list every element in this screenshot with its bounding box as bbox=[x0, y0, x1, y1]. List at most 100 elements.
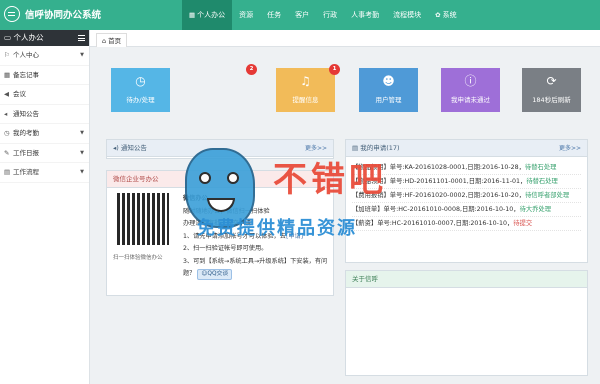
top-bar: 信呼协同办公系统 ▦ 个人办公 资源 任务 客户 行政 人事考勤 流程模块 ✿ 系统 bbox=[0, 0, 600, 30]
application-status: 待提交 bbox=[513, 220, 533, 227]
wechat-heading: 微信办公 bbox=[183, 195, 208, 202]
user-icon: ☻ bbox=[382, 74, 395, 88]
tile-label: 提醒信息 bbox=[292, 96, 319, 104]
topnav-hr-attendance[interactable]: 人事考勤 bbox=[344, 0, 386, 30]
megaphone-icon: ◀ bbox=[4, 90, 9, 98]
my-applications-header: ▤ 我的申请(17) 更多>> bbox=[346, 140, 587, 157]
about-panel-header: 关于信呼 bbox=[346, 271, 587, 288]
sidebar-item-attendance[interactable]: ◷ 我的考勤 ▼ bbox=[0, 124, 89, 144]
wechat-line: 3、可到【系统→系统工具→升级系统】下安装，有问题？ ☺QQ交谈 bbox=[183, 256, 331, 281]
my-applications-list: 【物品领用】单号:KA-20161028-0001,日期:2016-10-28，… bbox=[346, 157, 587, 235]
sidebar-item-meeting[interactable]: ◀ 会议 bbox=[0, 85, 89, 105]
qr-caption: 扫一扫体验微信办公 bbox=[113, 255, 163, 261]
tile-label: 我申请未通过 bbox=[451, 96, 490, 104]
caret-down-icon: ▼ bbox=[80, 169, 84, 175]
my-applications-more-link[interactable]: 更多>> bbox=[559, 140, 581, 157]
application-text: 【物品领用】单号:HD-20161101-0001,日期:2016-11-01， bbox=[352, 178, 527, 185]
bell-icon: ♫ bbox=[300, 74, 311, 88]
sidebar-item-label: 工作日报 bbox=[13, 148, 39, 157]
application-text: 【加班单】单号:HC-20161010-0008,日期:2016-10-10， bbox=[352, 206, 520, 213]
caret-down-icon: ▼ bbox=[80, 52, 84, 58]
clock-icon: ◷ bbox=[4, 129, 10, 137]
sidebar-item-personal-center[interactable]: ⚐ 个人中心 ▼ bbox=[0, 46, 89, 66]
about-panel: 关于信呼 bbox=[345, 270, 588, 376]
app-logo[interactable]: 信呼协同办公系统 bbox=[4, 6, 101, 22]
sidebar-item-memo[interactable]: ▦ 备忘记事 bbox=[0, 66, 89, 85]
wechat-line: 办理流程审批，提交申请 bbox=[183, 220, 252, 227]
menu-toggle-icon[interactable] bbox=[78, 35, 85, 41]
wechat-description: 微信办公 随时随地办公，微信扫一扫体验 办理流程审批，提交申请 1、请先申请添加… bbox=[183, 193, 331, 281]
tile-user-management[interactable]: ☻ 用户管理 bbox=[359, 68, 418, 112]
topnav-system[interactable]: ✿ 系统 bbox=[428, 0, 463, 30]
application-status: 待替石处理 bbox=[526, 178, 558, 185]
topnav-label: 人事考勤 bbox=[351, 11, 380, 19]
topnav-customers[interactable]: 客户 bbox=[288, 0, 316, 30]
application-status: 待替石处理 bbox=[524, 164, 557, 171]
app-title: 信呼协同办公系统 bbox=[25, 10, 102, 21]
apply-link[interactable]: [申请] bbox=[286, 233, 303, 240]
tab-bar: ⌂ 首页 bbox=[90, 30, 600, 47]
notice-more-link[interactable]: 更多>> bbox=[305, 140, 327, 157]
list-item[interactable]: 【物品领用】单号:HD-20161101-0001,日期:2016-11-01，… bbox=[352, 175, 581, 189]
wechat-line: 随时随地办公，微信扫一扫体验 bbox=[183, 207, 270, 215]
about-title: 关于信呼 bbox=[352, 275, 378, 283]
topnav-label: 任务 bbox=[267, 11, 282, 19]
topnav-label: 资源 bbox=[239, 11, 254, 19]
topnav-admin[interactable]: 行政 bbox=[316, 0, 344, 30]
tile-rejected-applications[interactable]: ⓘ 我申请未通过 bbox=[441, 68, 500, 112]
sidebar-item-label: 会议 bbox=[13, 90, 26, 98]
sidebar-item-notice[interactable]: ◂ 通知公告 bbox=[0, 105, 89, 124]
flag-icon: ⚐ bbox=[4, 51, 10, 59]
sidebar: ▭ 个人办公 ⚐ 个人中心 ▼ ▦ 备忘记事 ◀ 会议 ◂ 通知公告 ◷ 我的考勤 ▼ ✎ 工作… bbox=[0, 30, 90, 384]
topnav-tasks[interactable]: 任务 bbox=[260, 0, 288, 30]
tab-home[interactable]: ⌂ 首页 bbox=[96, 33, 128, 47]
sidebar-item-label: 个人中心 bbox=[13, 51, 39, 59]
list-item[interactable]: 【费用报销】单号:HF-20161020-0002,日期:2016-10-20，… bbox=[352, 189, 581, 203]
reminders-badge: 2 bbox=[246, 64, 257, 75]
sidebar-item-label: 通知公告 bbox=[13, 109, 39, 118]
list-item[interactable]: 【物品领用】单号:KA-20161028-0001,日期:2016-10-28，… bbox=[352, 161, 581, 175]
info-icon: ⓘ bbox=[464, 74, 477, 88]
speaker-icon: ◂ bbox=[4, 109, 8, 118]
tile-label: 184秒后刷新 bbox=[532, 96, 571, 104]
wechat-qr-code bbox=[117, 193, 169, 245]
wechat-line: 2、扫一扫验证帐号即可使用。 bbox=[183, 245, 268, 252]
topnav-label: 流程模块 bbox=[393, 11, 422, 19]
qq-chat-label: QQ交谈 bbox=[207, 271, 229, 277]
list-item[interactable]: 【薪资】单号:HC-20161010-0007,日期:2016-10-10，待提… bbox=[352, 217, 581, 231]
tab-home-label: 首页 bbox=[108, 37, 122, 45]
list-item[interactable]: 【加班单】单号:HC-20161010-0008,日期:2016-10-10，待… bbox=[352, 203, 581, 217]
topnav-workflow-modules[interactable]: 流程模块 bbox=[386, 0, 428, 30]
topnav-label: 客户 bbox=[295, 11, 310, 19]
application-status: 待信呼者部处理 bbox=[525, 192, 570, 199]
sidebar-item-label: 备忘记事 bbox=[13, 70, 39, 79]
wechat-line-text: 1、请先申请添加帐号才可以体验，去 bbox=[183, 232, 286, 240]
grid-icon: ▦ bbox=[189, 11, 196, 19]
user-badge: 1 bbox=[329, 64, 340, 75]
speaker-icon: ◂) bbox=[113, 144, 121, 152]
gear-icon: ✿ bbox=[435, 11, 441, 19]
tile-todo[interactable]: ◷ 待办/处理 bbox=[111, 68, 170, 112]
qq-chat-button[interactable]: ☺QQ交谈 bbox=[197, 269, 233, 280]
list-icon: ▤ bbox=[352, 144, 361, 152]
calendar-icon: ▦ bbox=[4, 70, 11, 79]
tile-reminders[interactable]: ♫ 提醒信息 bbox=[276, 68, 335, 112]
application-text: 【物品领用】单号:KA-20161028-0001,日期:2016-10-28， bbox=[352, 164, 525, 171]
application-status: 待大乔处理 bbox=[519, 206, 552, 213]
notice-panel: ◂) 通知公告 更多>> bbox=[106, 139, 334, 159]
wechat-title: 微信企业号办公 bbox=[113, 175, 159, 183]
wechat-line: 1、请先申请添加帐号才可以体验，去[申请] bbox=[183, 231, 331, 244]
my-applications-panel: ▤ 我的申请(17) 更多>> 【物品领用】单号:KA-20161028-000… bbox=[345, 139, 588, 263]
topnav-label: 系统 bbox=[442, 11, 457, 19]
tile-label: 用户管理 bbox=[375, 96, 402, 104]
folder-icon: ▤ bbox=[4, 168, 11, 176]
tile-refresh[interactable]: ⟳ 184秒后刷新 bbox=[522, 68, 581, 112]
topnav-personal-office[interactable]: ▦ 个人办公 bbox=[182, 0, 233, 30]
application-text: 【费用报销】单号:HF-20161020-0002,日期:2016-10-20， bbox=[352, 192, 526, 199]
home-icon: ⌂ bbox=[102, 37, 107, 45]
sidebar-item-label: 工作流程 bbox=[13, 168, 39, 176]
topnav-label: 个人办公 bbox=[197, 11, 226, 19]
sidebar-item-daily-report[interactable]: ✎ 工作日报 ▼ bbox=[0, 144, 89, 163]
sidebar-item-workflow[interactable]: ▤ 工作流程 ▼ bbox=[0, 163, 89, 183]
topnav-resources[interactable]: 资源 bbox=[232, 0, 260, 30]
